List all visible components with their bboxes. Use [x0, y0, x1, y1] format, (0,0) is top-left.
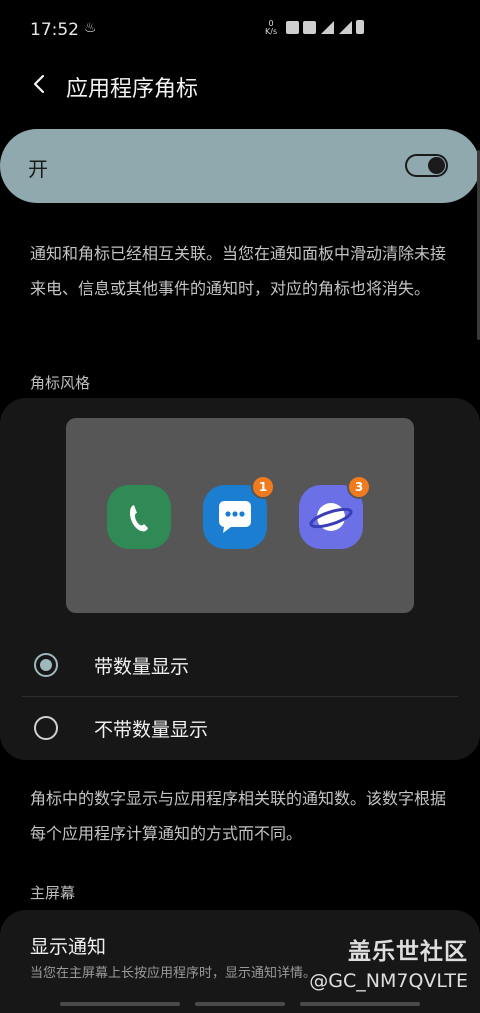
notification-badge: 3: [347, 475, 371, 499]
home-screen-section-title: 主屏幕: [30, 884, 76, 902]
badge-style-section-title: 角标风格: [30, 374, 91, 392]
watermark-user: @GC_NM7QVLTE: [309, 970, 468, 992]
radio-button[interactable]: [34, 716, 58, 740]
badge-preview: 1 3: [66, 418, 414, 613]
option-label: 带数量显示: [94, 656, 190, 678]
show-notifications-subtitle: 当您在主屏幕上长按应用程序时，显示通知详情。: [30, 966, 317, 981]
master-switch-label: 开: [28, 157, 48, 181]
nav-recent-button[interactable]: [60, 1002, 180, 1006]
master-switch-row[interactable]: 开: [0, 129, 480, 203]
chevron-left-icon: [33, 74, 45, 94]
nav-home-button[interactable]: [195, 1002, 285, 1006]
4g-signal-icon: [338, 20, 352, 34]
alarm-icon: [286, 20, 299, 34]
status-icons: [286, 20, 364, 34]
mute-icon: [303, 20, 316, 34]
show-notifications-title: 显示通知: [30, 936, 107, 958]
nav-back-button[interactable]: [300, 1002, 420, 1006]
watermark-logo: 盖乐世社区: [348, 939, 468, 965]
notification-badge: 1: [251, 475, 275, 499]
status-time: 17:52: [30, 20, 79, 40]
battery-icon: [356, 20, 364, 34]
community-watermark: 盖乐世社区 @GC_NM7QVLTE: [309, 932, 468, 992]
phone-icon: [107, 485, 171, 549]
switch-knob: [428, 157, 445, 174]
messages-app-icon: 1: [203, 475, 275, 549]
radio-button-selected[interactable]: [34, 653, 58, 677]
description-text: 通知和角标已经相互关联。当您在通知面板中滑动清除未接来电、信息或其他事件的通知时…: [30, 244, 447, 298]
status-bar: 17:52 ♨ 0 K/s: [0, 0, 480, 60]
notification-app-icon: ♨: [84, 20, 97, 36]
header: 应用程序角标: [0, 60, 480, 110]
network-speed: 0 K/s: [265, 19, 278, 36]
page-title: 应用程序角标: [66, 77, 199, 102]
option-label: 不带数量显示: [94, 719, 209, 741]
master-switch[interactable]: [405, 154, 448, 177]
option-with-number[interactable]: 带数量显示: [22, 634, 458, 696]
badge-style-card: 1 3 带数量显示 不带数量显示: [0, 398, 480, 760]
navigation-bar: [0, 999, 480, 1013]
4g-signal-icon: [320, 20, 334, 34]
internet-app-icon: 3: [299, 475, 371, 549]
phone-app-icon: [107, 485, 171, 549]
badge-note-text: 角标中的数字显示与应用程序相关联的通知数。该数字根据每个应用程序计算通知的方式而…: [30, 789, 447, 843]
option-without-number[interactable]: 不带数量显示: [22, 697, 458, 759]
back-button[interactable]: [26, 70, 54, 98]
